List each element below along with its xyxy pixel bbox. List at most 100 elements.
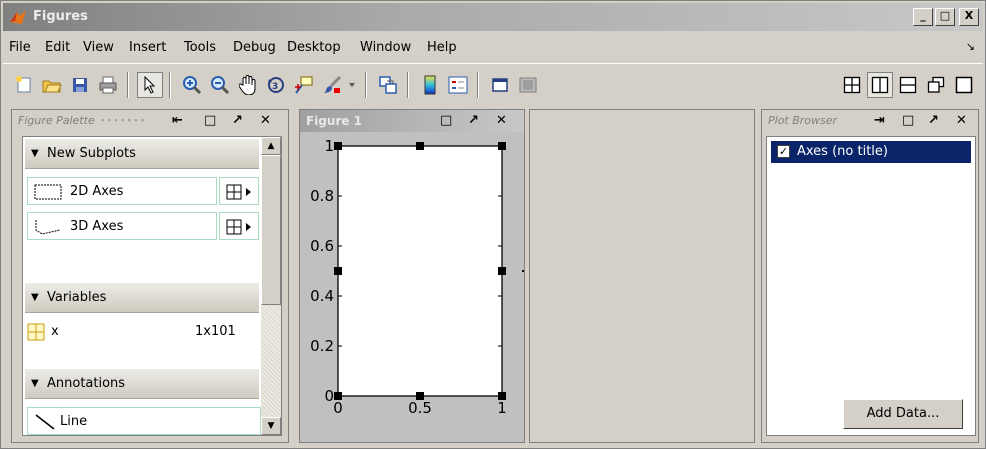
axes-visibility-checkbox[interactable]: ✓ — [777, 145, 790, 158]
panel-close-icon[interactable]: ✕ — [260, 113, 271, 128]
menu-debug[interactable]: Debug — [233, 40, 276, 55]
drag-grip-icon[interactable]: ∙∙∙∙∙∙∙ — [100, 116, 146, 126]
menu-window[interactable]: Window — [360, 40, 411, 55]
line-annotation-item[interactable]: Line — [27, 407, 261, 435]
colorbar-icon[interactable] — [417, 72, 443, 98]
new-subplots-section[interactable]: ▼ New Subplots — [25, 139, 259, 169]
collapse-triangle-icon[interactable]: ▼ — [31, 378, 39, 389]
brush-icon[interactable] — [319, 72, 345, 98]
dock-left-icon[interactable]: ⇤ — [172, 113, 183, 128]
menu-tools[interactable]: Tools — [184, 40, 216, 55]
open-file-icon[interactable] — [39, 72, 65, 98]
y-tick-label: 1 — [324, 137, 334, 155]
undock-icon[interactable]: ↗ — [232, 113, 243, 128]
collapse-triangle-icon[interactable]: ▼ — [31, 148, 39, 159]
scroll-thumb[interactable] — [261, 155, 281, 305]
x-tick-label: 1 — [497, 399, 507, 417]
figure-title: Figure 1 — [306, 114, 363, 128]
selection-handle — [498, 142, 506, 150]
undock-icon[interactable]: ↗ — [928, 113, 939, 128]
figure-1-header[interactable]: Figure 1 □ ↗ ✕ — [300, 110, 524, 132]
y-tick-label: 0.8 — [310, 187, 334, 205]
toolbar: 3 — [3, 63, 983, 103]
selection-handle — [416, 392, 424, 400]
2d-axes-item[interactable]: 2D Axes — [27, 177, 217, 205]
brush-dropdown-icon[interactable] — [345, 72, 359, 98]
2d-axes-icon — [34, 184, 62, 200]
print-icon[interactable] — [95, 72, 121, 98]
maximize-icon[interactable] — [951, 72, 977, 98]
scroll-down-icon[interactable]: ▼ — [261, 417, 281, 435]
grid-select-icon — [226, 219, 251, 235]
panel-close-icon[interactable]: ✕ — [956, 113, 967, 128]
plot-browser-list: ✓ Axes (no title) Add Data... — [766, 136, 976, 436]
add-data-button[interactable]: Add Data... — [843, 399, 963, 429]
rotate-3d-icon[interactable]: 3 — [263, 72, 289, 98]
dock-arrow-icon[interactable]: ↘ — [966, 40, 975, 53]
tile-2x2-icon[interactable] — [839, 72, 865, 98]
matlab-logo-icon — [10, 10, 26, 24]
panel-maximize-icon[interactable]: □ — [204, 113, 216, 128]
figure-palette-title: Figure Palette — [18, 114, 95, 127]
palette-scrollbar[interactable]: ▲ ▼ — [261, 137, 281, 435]
item-label: Line — [60, 414, 88, 429]
panel-maximize-icon[interactable]: □ — [440, 113, 452, 128]
empty-figure-area — [529, 109, 755, 443]
variable-row[interactable]: x 1x101 — [27, 321, 257, 345]
pan-hand-icon[interactable] — [235, 72, 261, 98]
variables-section[interactable]: ▼ Variables — [25, 283, 259, 313]
plot-browser-header[interactable]: Plot Browser ⇥ □ ↗ ✕ — [762, 110, 978, 132]
link-plot-icon[interactable] — [375, 72, 401, 98]
figure-palette-panel: Figure Palette ∙∙∙∙∙∙∙ ⇤ □ ↗ ✕ ▼ New Sub… — [11, 109, 289, 443]
axes-list-item[interactable]: ✓ Axes (no title) — [771, 141, 971, 163]
3d-axes-grid-button[interactable] — [219, 212, 259, 240]
minimize-button[interactable]: _ — [913, 8, 933, 26]
new-figure-icon[interactable] — [11, 72, 37, 98]
menu-file[interactable]: File — [9, 40, 31, 55]
panel-close-icon[interactable]: ✕ — [496, 113, 507, 128]
y-tick-label: 0.6 — [310, 237, 334, 255]
figure-resize-marker — [522, 270, 524, 272]
toolbar-separator — [127, 72, 129, 98]
plot-browser-title: Plot Browser — [768, 114, 838, 127]
tile-columns-icon[interactable] — [867, 72, 893, 98]
float-icon[interactable] — [923, 72, 949, 98]
axes-plot[interactable]: 00.20.40.60.810 0.5 1 — [300, 132, 524, 442]
zoom-in-icon[interactable] — [179, 72, 205, 98]
collapse-triangle-icon[interactable]: ▼ — [31, 292, 39, 303]
menu-view[interactable]: View — [83, 40, 114, 55]
zoom-out-icon[interactable] — [207, 72, 233, 98]
tile-rows-icon[interactable] — [895, 72, 921, 98]
undock-icon[interactable]: ↗ — [468, 113, 479, 128]
toolbar-separator — [169, 72, 171, 98]
3d-axes-item[interactable]: 3D Axes — [27, 212, 217, 240]
item-label: 3D Axes — [70, 219, 124, 234]
section-label: Variables — [47, 290, 107, 305]
pointer-icon[interactable] — [137, 72, 163, 98]
2d-axes-grid-button[interactable] — [219, 177, 259, 205]
close-button[interactable]: X — [959, 8, 979, 26]
panel-maximize-icon[interactable]: □ — [902, 113, 914, 128]
menu-help[interactable]: Help — [427, 40, 457, 55]
y-tick-label: 0.4 — [310, 287, 334, 305]
dock-right-icon[interactable]: ⇥ — [874, 113, 885, 128]
save-icon[interactable] — [67, 72, 93, 98]
legend-icon[interactable] — [445, 72, 471, 98]
variable-array-icon — [27, 323, 45, 341]
show-plot-tools-icon[interactable] — [515, 72, 541, 98]
axes-box — [337, 145, 503, 397]
plot-browser-panel: Plot Browser ⇥ □ ↗ ✕ ✓ Axes (no title) A… — [761, 109, 979, 443]
menu-edit[interactable]: Edit — [45, 40, 70, 55]
figure-palette-header[interactable]: Figure Palette ∙∙∙∙∙∙∙ ⇤ □ ↗ ✕ — [12, 110, 288, 132]
line-tool-icon — [35, 414, 55, 430]
title-bar[interactable]: Figures _ □ X — [3, 3, 983, 31]
maximize-button[interactable]: □ — [935, 8, 955, 26]
annotations-section[interactable]: ▼ Annotations — [25, 369, 259, 399]
scroll-up-icon[interactable]: ▲ — [261, 137, 281, 155]
hide-plot-tools-icon[interactable] — [487, 72, 513, 98]
menu-insert[interactable]: Insert — [129, 40, 166, 55]
menu-desktop[interactable]: Desktop — [287, 40, 341, 55]
data-cursor-icon[interactable] — [291, 72, 317, 98]
variable-name: x — [51, 324, 59, 339]
section-label: New Subplots — [47, 146, 136, 161]
